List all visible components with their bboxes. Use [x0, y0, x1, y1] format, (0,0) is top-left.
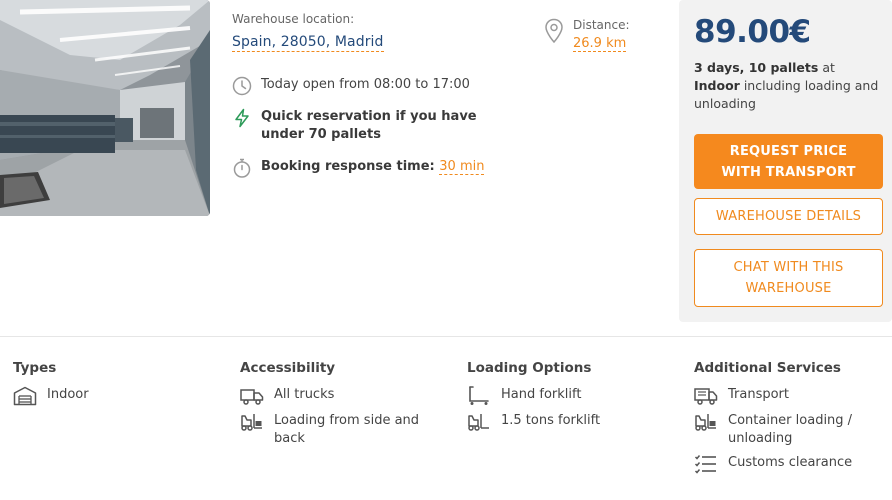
quick-reservation-text: Quick reservation if you have under 70 p… [261, 109, 477, 142]
accessibility-section: Accessibility All trucks Loading from si… [240, 360, 440, 454]
list-item: Customs clearance [694, 454, 889, 474]
service-customs-clearance: Customs clearance [728, 455, 853, 470]
forklift-icon [695, 414, 716, 431]
request-price-button-label: REQUEST PRICE WITH TRANSPORT [721, 143, 856, 180]
warehouse-icon [13, 386, 37, 406]
distance-value[interactable]: 26.9 km [573, 36, 627, 52]
price-summary-at: at [818, 60, 835, 75]
booking-response-value[interactable]: 30 min [439, 159, 485, 175]
forklift-icon [241, 414, 262, 431]
transport-truck-icon [694, 388, 718, 405]
price-summary-days-pallets: 3 days, 10 pallets [694, 60, 819, 75]
lightning-icon [235, 108, 249, 128]
price-summary: 3 days, 10 pallets at Indoor including l… [694, 59, 884, 113]
booking-response-label: Booking response time: [261, 159, 435, 174]
price-panel: 89.00€ 3 days, 10 pallets at Indoor incl… [679, 0, 892, 322]
list-item: Container loading / unloading [694, 412, 889, 448]
type-indoor: Indoor [47, 387, 89, 402]
list-item: All trucks [240, 386, 440, 406]
list-item: Indoor [13, 386, 213, 406]
section-divider [0, 336, 892, 337]
chat-warehouse-button[interactable]: CHAT WITH THIS WAREHOUSE [694, 249, 883, 307]
accessibility-title: Accessibility [240, 360, 336, 376]
additional-services-section: Additional Services Transport Container … [694, 360, 889, 480]
warehouse-photo[interactable] [0, 0, 210, 216]
booking-response: Booking response time: 30 min [232, 158, 485, 178]
location-pin-icon [545, 18, 563, 44]
types-section: Types Indoor [13, 360, 213, 412]
loading-hand-forklift: Hand forklift [501, 387, 582, 402]
list-item: 1.5 tons forklift [467, 412, 667, 432]
list-item: Hand forklift [467, 386, 667, 406]
service-transport: Transport [728, 387, 790, 402]
request-price-button[interactable]: REQUEST PRICE WITH TRANSPORT [694, 134, 883, 189]
additional-services-title: Additional Services [694, 360, 841, 376]
opening-hours-text: Today open from 08:00 to 17:00 [261, 77, 470, 92]
truck-icon [240, 389, 264, 405]
types-title: Types [13, 360, 57, 376]
opening-hours: Today open from 08:00 to 17:00 [232, 76, 470, 96]
clock-icon [232, 76, 252, 96]
location-label: Warehouse location: [232, 12, 355, 26]
accessibility-all-trucks: All trucks [274, 387, 335, 402]
loading-options-section: Loading Options Hand forklift 1.5 tons f… [467, 360, 667, 438]
price-summary-type: Indoor [694, 78, 740, 93]
stopwatch-icon [233, 158, 251, 178]
checklist-icon [694, 455, 716, 474]
list-item: Transport [694, 386, 889, 406]
accessibility-side-back: Loading from side and back [274, 413, 420, 446]
list-item: Loading from side and back [240, 412, 440, 448]
forklift-icon [468, 414, 489, 431]
loading-forklift-tons: 1.5 tons forklift [501, 413, 601, 428]
price-amount: 89.00€ [694, 14, 811, 50]
distance: Distance: 26.9 km [544, 18, 630, 52]
warehouse-details-button[interactable]: WAREHOUSE DETAILS [694, 198, 883, 235]
quick-reservation: Quick reservation if you have under 70 p… [232, 108, 522, 144]
distance-label: Distance: [573, 18, 630, 32]
warehouse-info: Warehouse location: Spain, 28050, Madrid… [232, 12, 532, 178]
chat-warehouse-button-label: CHAT WITH THIS WAREHOUSE [733, 260, 844, 296]
loading-options-title: Loading Options [467, 360, 592, 376]
warehouse-details-button-label: WAREHOUSE DETAILS [715, 209, 862, 224]
service-container-loading: Container loading / unloading [728, 413, 853, 446]
location-value[interactable]: Spain, 28050, Madrid [232, 34, 384, 52]
hand-forklift-icon [469, 386, 489, 405]
